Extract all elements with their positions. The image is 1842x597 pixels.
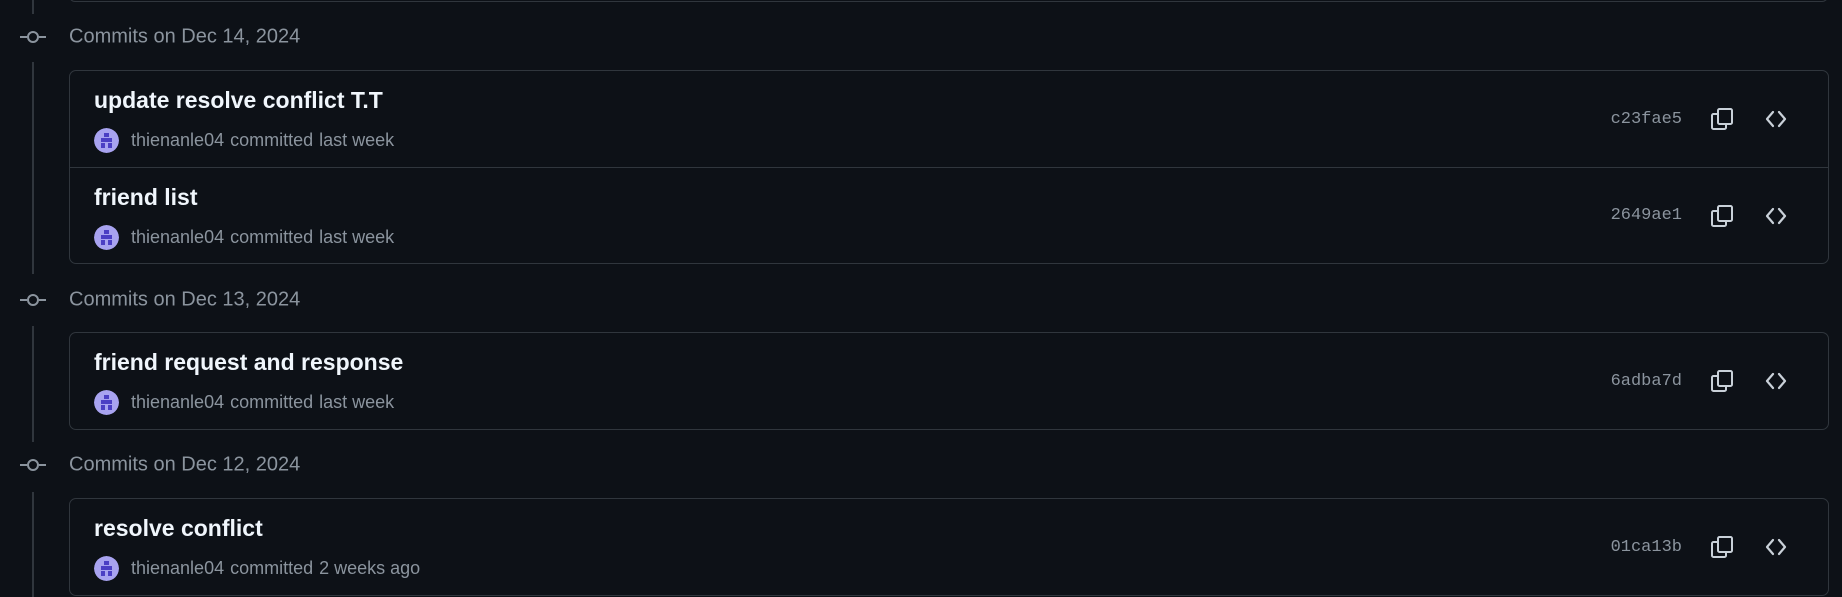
commit-group-card: resolve conflict thienanle04 committed 2… <box>69 498 1829 596</box>
commit-meta: thienanle04 committed last week <box>94 127 394 153</box>
commit-author-link[interactable]: thienanle04 <box>131 558 224 579</box>
commit-actions: 2649ae1 <box>1611 198 1794 234</box>
copy-icon <box>1711 108 1733 130</box>
commit-actions: 01ca13b <box>1611 529 1794 565</box>
commit-sha-link[interactable]: 2649ae1 <box>1611 206 1682 225</box>
commit-action-text: committed <box>230 391 314 412</box>
commit-title-link[interactable]: resolve conflict <box>94 515 263 542</box>
commit-relative-time: 2 weeks ago <box>319 557 421 578</box>
commit-row: resolve conflict thienanle04 committed 2… <box>70 499 1828 595</box>
browse-repo-button[interactable] <box>1758 198 1794 234</box>
commit-group-date: Commits on Dec 13, 2024 <box>69 288 301 311</box>
commit-actions: c23fae5 <box>1611 101 1794 137</box>
copy-sha-button[interactable] <box>1704 101 1740 137</box>
commit-action-text: committed <box>230 557 314 578</box>
commit-group-date: Commits on Dec 12, 2024 <box>69 453 301 476</box>
avatar[interactable] <box>94 555 119 581</box>
copy-sha-button[interactable] <box>1704 529 1740 565</box>
commit-sha-link[interactable]: c23fae5 <box>1611 110 1682 129</box>
commit-action-text: committed <box>230 226 314 247</box>
commit-relative-time: last week <box>319 129 395 150</box>
previous-commit-card <box>69 0 1828 2</box>
git-commit-icon <box>20 31 46 43</box>
commit-history: Commits on Dec 14, 2024 update resolve c… <box>0 0 1842 597</box>
browse-repo-button[interactable] <box>1758 101 1794 137</box>
git-commit-icon <box>20 459 46 471</box>
code-icon <box>1765 372 1787 390</box>
commit-meta: thienanle04 committed last week <box>94 389 394 415</box>
commit-action-text: committed <box>230 129 314 150</box>
timeline-line <box>32 326 34 442</box>
git-commit-icon <box>20 294 46 306</box>
code-icon <box>1765 207 1787 224</box>
commit-actions: 6adba7d <box>1611 363 1794 399</box>
browse-repo-button[interactable] <box>1758 363 1794 399</box>
commit-meta: thienanle04 committed last week <box>94 224 394 250</box>
timeline-line <box>32 492 34 597</box>
code-icon <box>1765 110 1787 128</box>
commit-group-date: Commits on Dec 14, 2024 <box>69 25 301 48</box>
commit-title-link[interactable]: friend request and response <box>94 349 403 376</box>
commit-relative-time: last week <box>319 391 395 412</box>
commit-row: friend request and response thienanle04 … <box>70 333 1828 429</box>
copy-icon <box>1711 536 1733 558</box>
commit-group-card: update resolve conflict T.T thienanle04 … <box>69 70 1829 264</box>
browse-repo-button[interactable] <box>1758 529 1794 565</box>
commit-author-link[interactable]: thienanle04 <box>131 227 224 248</box>
code-icon <box>1765 538 1787 556</box>
commit-row: friend list thienanle04 committed last w… <box>70 167 1828 263</box>
avatar[interactable] <box>94 224 119 250</box>
commit-sha-link[interactable]: 6adba7d <box>1611 372 1682 391</box>
avatar[interactable] <box>94 389 119 415</box>
commit-title-link[interactable]: update resolve conflict T.T <box>94 87 383 114</box>
commit-row: update resolve conflict T.T thienanle04 … <box>70 71 1828 167</box>
commit-author-link[interactable]: thienanle04 <box>131 130 224 151</box>
commit-relative-time: last week <box>319 226 395 247</box>
copy-icon <box>1711 370 1733 392</box>
copy-sha-button[interactable] <box>1704 198 1740 234</box>
commit-meta: thienanle04 committed 2 weeks ago <box>94 555 420 581</box>
commit-author-link[interactable]: thienanle04 <box>131 392 224 413</box>
timeline-line <box>32 62 34 274</box>
commit-sha-link[interactable]: 01ca13b <box>1611 538 1682 557</box>
commit-title-link[interactable]: friend list <box>94 184 198 211</box>
copy-icon <box>1711 204 1733 227</box>
copy-sha-button[interactable] <box>1704 363 1740 399</box>
timeline-line <box>32 0 34 14</box>
commit-group-card: friend request and response thienanle04 … <box>69 332 1829 430</box>
avatar[interactable] <box>94 127 119 153</box>
